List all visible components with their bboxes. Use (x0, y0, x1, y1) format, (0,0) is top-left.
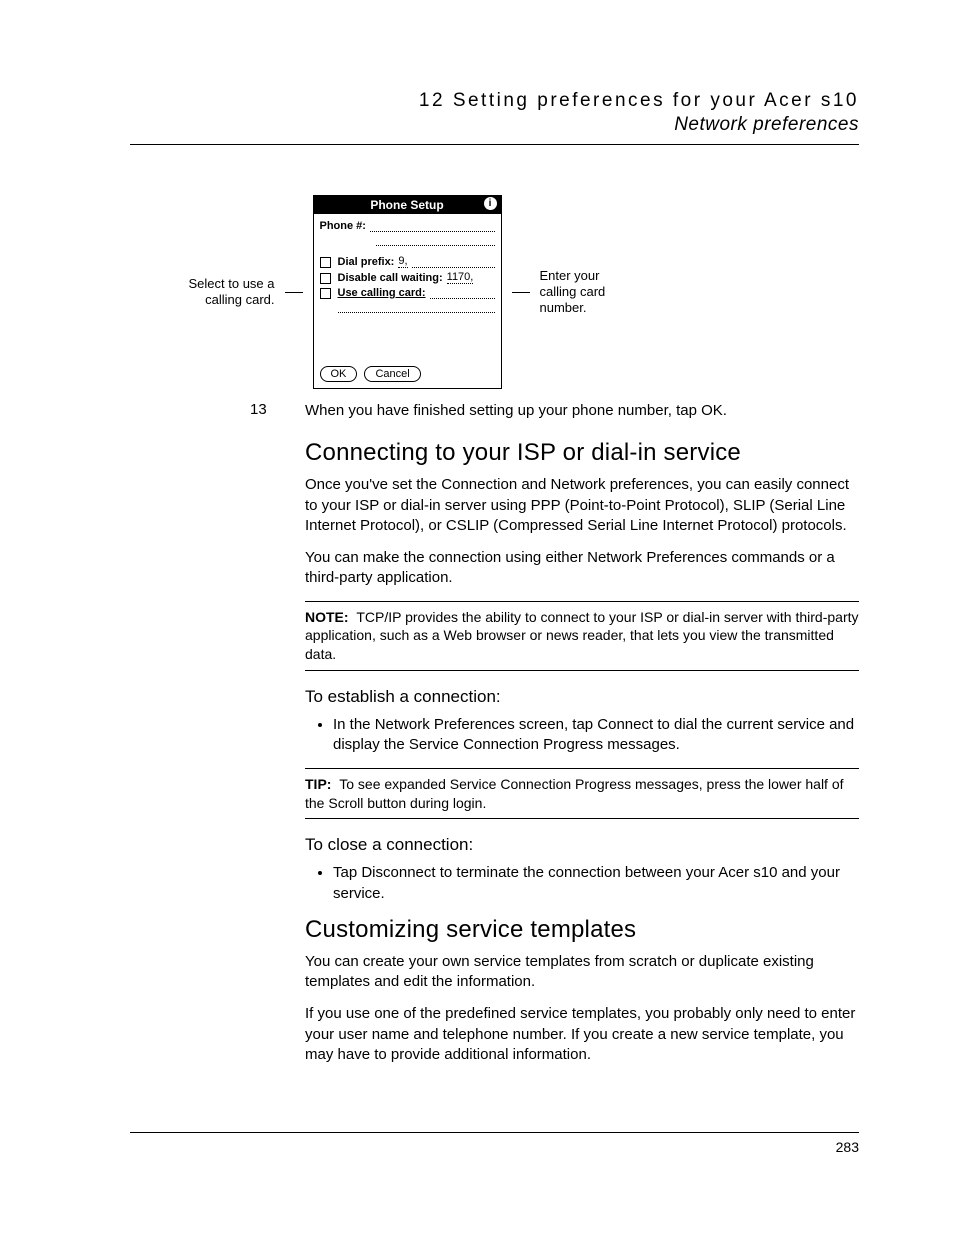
note-block: NOTE: TCP/IP provides the ability to con… (305, 608, 859, 665)
phone-num-field[interactable] (370, 221, 495, 232)
tip-label: TIP: (305, 776, 331, 792)
disable-cw-label: Disable call waiting: (338, 272, 443, 284)
chapter-title: 12 Setting preferences for your Acer s10 (130, 90, 859, 112)
bullet-close: Tap Disconnect to terminate the connecti… (333, 863, 859, 904)
leader-line-left (285, 292, 303, 293)
section-title: Network preferences (130, 114, 859, 136)
note-rule-top (305, 601, 859, 602)
para-customizing-1: You can create your own service template… (305, 952, 859, 993)
note-rule-bottom (305, 670, 859, 671)
dial-prefix-checkbox[interactable] (320, 257, 331, 268)
para-connecting-1: Once you've set the Connection and Netwo… (305, 475, 859, 536)
palm-titlebar: Phone Setup i (314, 196, 501, 214)
step-number: 13 (250, 401, 305, 421)
heading-connecting: Connecting to your ISP or dial-in servic… (305, 439, 859, 467)
step-13: 13 When you have finished setting up you… (250, 401, 859, 421)
disable-cw-checkbox[interactable] (320, 273, 331, 284)
page-number: 283 (130, 1139, 859, 1155)
phone-num-label: Phone #: (320, 220, 366, 232)
palm-screen: Phone Setup i Phone #: Dial prefix: 9, (313, 195, 502, 389)
bullet-establish: In the Network Preferences screen, tap C… (333, 715, 859, 756)
footer-rule (130, 1132, 859, 1133)
phone-setup-figure: Select to use a calling card. Phone Setu… (0, 195, 859, 389)
para-connecting-2: You can make the connection using either… (305, 548, 859, 589)
heading-close: To close a connection: (305, 835, 859, 855)
palm-title-text: Phone Setup (370, 198, 443, 212)
tip-text: To see expanded Service Connection Progr… (305, 776, 844, 811)
header-rule (130, 144, 859, 145)
use-card-checkbox[interactable] (320, 288, 331, 299)
figure-right-caption: Enter your calling card number. (540, 268, 630, 317)
step-text: When you have finished setting up your p… (305, 401, 727, 421)
leader-line-right (512, 292, 530, 293)
tip-rule-top (305, 768, 859, 769)
info-icon[interactable]: i (484, 197, 497, 210)
running-header: 12 Setting preferences for your Acer s10… (130, 90, 859, 136)
phone-num-field-2[interactable] (376, 235, 495, 246)
use-card-label: Use calling card: (338, 287, 426, 299)
cancel-button[interactable]: Cancel (364, 366, 420, 382)
page-footer: 283 (130, 1132, 859, 1155)
para-customizing-2: If you use one of the predefined service… (305, 1004, 859, 1065)
calling-card-field[interactable] (338, 302, 495, 313)
note-label: NOTE: (305, 609, 349, 625)
dial-prefix-label: Dial prefix: (338, 256, 395, 268)
heading-establish: To establish a connection: (305, 687, 859, 707)
tip-block: TIP: To see expanded Service Connection … (305, 775, 859, 813)
disable-cw-value[interactable]: 1170, (447, 271, 474, 284)
dial-prefix-value[interactable]: 9, (398, 255, 407, 268)
ok-button[interactable]: OK (320, 366, 358, 382)
tip-rule-bottom (305, 818, 859, 819)
note-text: TCP/IP provides the ability to connect t… (305, 609, 859, 663)
figure-left-caption: Select to use a calling card. (185, 276, 275, 309)
heading-customizing: Customizing service templates (305, 916, 859, 944)
